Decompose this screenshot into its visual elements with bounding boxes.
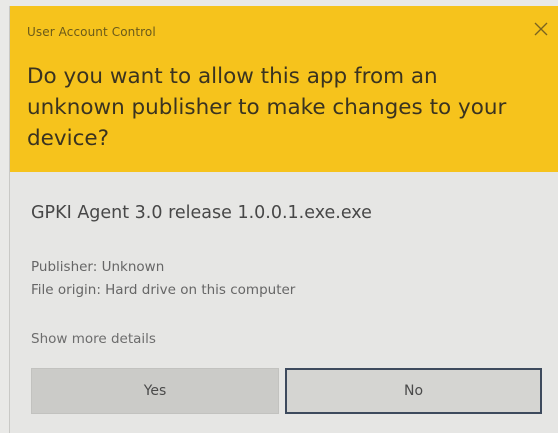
publisher-info: Publisher: Unknown (31, 259, 165, 275)
yes-button[interactable]: Yes (31, 368, 279, 414)
dialog-title: User Account Control (27, 25, 156, 39)
show-more-details-link[interactable]: Show more details (31, 331, 156, 347)
close-icon[interactable] (532, 20, 550, 38)
app-name: GPKI Agent 3.0 release 1.0.0.1.exe.exe (31, 203, 372, 223)
uac-dialog: User Account Control Do you want to allo… (9, 6, 558, 433)
dialog-header: User Account Control Do you want to allo… (10, 6, 558, 172)
file-origin-info: File origin: Hard drive on this computer (31, 282, 296, 298)
no-button[interactable]: No (285, 368, 542, 414)
permission-question: Do you want to allow this app from an un… (27, 64, 507, 151)
